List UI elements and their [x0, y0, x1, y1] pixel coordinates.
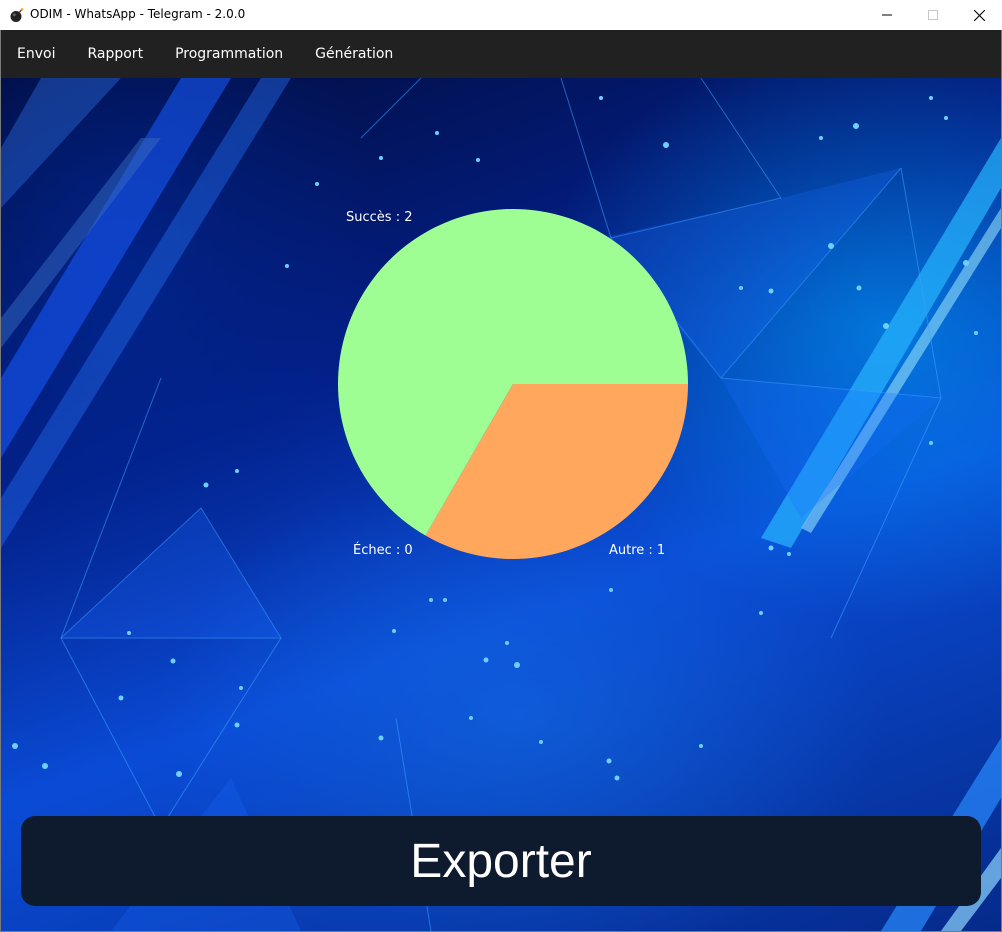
menu-item-rapport[interactable]: Rapport [71, 30, 159, 78]
export-button[interactable]: Exporter [21, 816, 981, 906]
bomb-icon [10, 8, 24, 22]
menu-item-generation[interactable]: Génération [299, 30, 409, 78]
maximize-icon [928, 10, 938, 20]
minimize-button[interactable] [864, 0, 910, 30]
maximize-button[interactable] [910, 0, 956, 30]
menu-item-envoi[interactable]: Envoi [0, 30, 71, 78]
pie-label-echec: Échec : 0 [353, 542, 413, 558]
title-bar: ODIM - WhatsApp - Telegram - 2.0.0 [0, 0, 1002, 31]
pie-label-succes: Succès : 2 [346, 210, 412, 225]
window-title: ODIM - WhatsApp - Telegram - 2.0.0 [30, 7, 246, 21]
close-icon [973, 9, 985, 21]
export-button-label: Exporter [410, 834, 592, 888]
pie-label-autre: Autre : 1 [609, 543, 665, 558]
report-panel: Succès : 2 Échec : 0 Autre : 1 Exporter [1, 78, 1001, 931]
pie-chart: Succès : 2 Échec : 0 Autre : 1 [337, 208, 688, 559]
menu-item-programmation[interactable]: Programmation [159, 30, 299, 78]
minimize-icon [882, 14, 892, 16]
window-border-left [0, 30, 1, 932]
close-button[interactable] [956, 0, 1002, 30]
menu-bar: Envoi Rapport Programmation Génération [0, 30, 1002, 78]
